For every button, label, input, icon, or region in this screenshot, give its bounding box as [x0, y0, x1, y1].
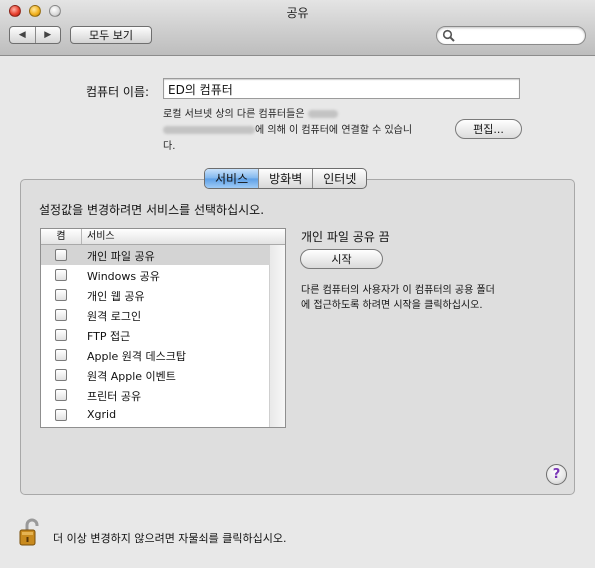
- toolbar: 공유 ◀ ▶ 모두 보기: [0, 0, 595, 56]
- table-row[interactable]: Xgrid: [41, 405, 270, 425]
- blurred-address: [163, 126, 255, 134]
- service-status-description: 다른 컴퓨터의 사용자가 이 컴퓨터의 공용 폴더 에 접근하도록 하려면 시작…: [301, 283, 561, 313]
- service-checkbox[interactable]: [55, 409, 67, 421]
- service-checkbox[interactable]: [55, 309, 67, 321]
- service-label: Windows 공유: [87, 270, 160, 283]
- back-forward-control: ◀ ▶: [9, 26, 61, 44]
- search-input[interactable]: [436, 26, 586, 45]
- lock-icon[interactable]: [19, 517, 43, 547]
- service-checkbox[interactable]: [55, 269, 67, 281]
- services-instruction: 설정값을 변경하려면 서비스를 선택하십시오.: [39, 203, 265, 217]
- table-row[interactable]: FTP 접근: [41, 325, 270, 345]
- tab-internet[interactable]: 인터넷: [313, 169, 366, 188]
- search-icon: [442, 29, 455, 42]
- description-line1: 로컬 서브넷 상의 다른 컴퓨터들은: [163, 109, 305, 120]
- help-button[interactable]: ?: [546, 464, 567, 485]
- column-header-service[interactable]: 서비스: [87, 229, 115, 244]
- services-table: 켬 서비스 개인 파일 공유 Windows 공유 개인 웹 공유 원격 로그인…: [40, 228, 286, 428]
- table-row[interactable]: 개인 파일 공유: [41, 245, 270, 265]
- service-label: 원격 로그인: [87, 310, 142, 323]
- sharing-preferences-window: 공유 ◀ ▶ 모두 보기 컴퓨터 이름: ED의 컴퓨터 로컬 서브넷 상의 다…: [0, 0, 595, 568]
- service-label: 개인 웹 공유: [87, 290, 145, 303]
- service-label: 프린터 공유: [87, 390, 142, 403]
- status-desc-line1: 다른 컴퓨터의 사용자가 이 컴퓨터의 공용 폴더: [301, 285, 495, 296]
- service-checkbox[interactable]: [55, 369, 67, 381]
- table-row[interactable]: 원격 로그인: [41, 305, 270, 325]
- service-label: 개인 파일 공유: [87, 250, 155, 263]
- table-row[interactable]: Windows 공유: [41, 265, 270, 285]
- service-checkbox[interactable]: [55, 249, 67, 261]
- table-row[interactable]: 프린터 공유: [41, 385, 270, 405]
- description-line3: 다.: [163, 141, 176, 152]
- service-checkbox[interactable]: [55, 329, 67, 341]
- blurred-address-part: [307, 110, 338, 118]
- description-line2: 에 의해 이 컴퓨터에 연결할 수 있습니: [255, 125, 413, 136]
- tab-services[interactable]: 서비스: [205, 169, 260, 188]
- table-scrollbar[interactable]: [269, 245, 285, 427]
- status-desc-line2: 에 접근하도록 하려면 시작을 클릭하십시오.: [301, 300, 483, 311]
- computer-name-label: 컴퓨터 이름:: [86, 85, 150, 99]
- service-checkbox[interactable]: [55, 289, 67, 301]
- start-button[interactable]: 시작: [300, 249, 383, 269]
- forward-arrow-icon[interactable]: ▶: [36, 27, 61, 43]
- service-status-title: 개인 파일 공유 끔: [301, 230, 390, 244]
- computer-name-description: 로컬 서브넷 상의 다른 컴퓨터들은 에 의해 이 컴퓨터에 연결할 수 있습니…: [163, 107, 453, 155]
- computer-name-field[interactable]: ED의 컴퓨터: [163, 78, 520, 99]
- service-checkbox[interactable]: [55, 349, 67, 361]
- service-label: Apple 원격 데스크탑: [87, 350, 187, 363]
- column-header-on[interactable]: 켬: [41, 229, 82, 244]
- table-row[interactable]: 원격 Apple 이벤트: [41, 365, 270, 385]
- back-arrow-icon[interactable]: ◀: [10, 27, 36, 43]
- edit-button[interactable]: 편집...: [455, 119, 522, 139]
- table-row[interactable]: Apple 원격 데스크탑: [41, 345, 270, 365]
- window-title: 공유: [286, 6, 309, 20]
- table-row[interactable]: 개인 웹 공유: [41, 285, 270, 305]
- tab-bar: 서비스 방화벽 인터넷: [204, 168, 368, 189]
- service-label: 원격 Apple 이벤트: [87, 370, 176, 383]
- show-all-button[interactable]: 모두 보기: [70, 26, 152, 44]
- service-checkbox[interactable]: [55, 389, 67, 401]
- table-header: 켬 서비스: [41, 229, 285, 245]
- service-label: FTP 접근: [87, 330, 131, 343]
- tab-firewall[interactable]: 방화벽: [259, 169, 314, 188]
- lock-message: 더 이상 변경하지 않으려면 자물쇠를 클릭하십시오.: [53, 532, 287, 545]
- service-label: Xgrid: [87, 408, 117, 421]
